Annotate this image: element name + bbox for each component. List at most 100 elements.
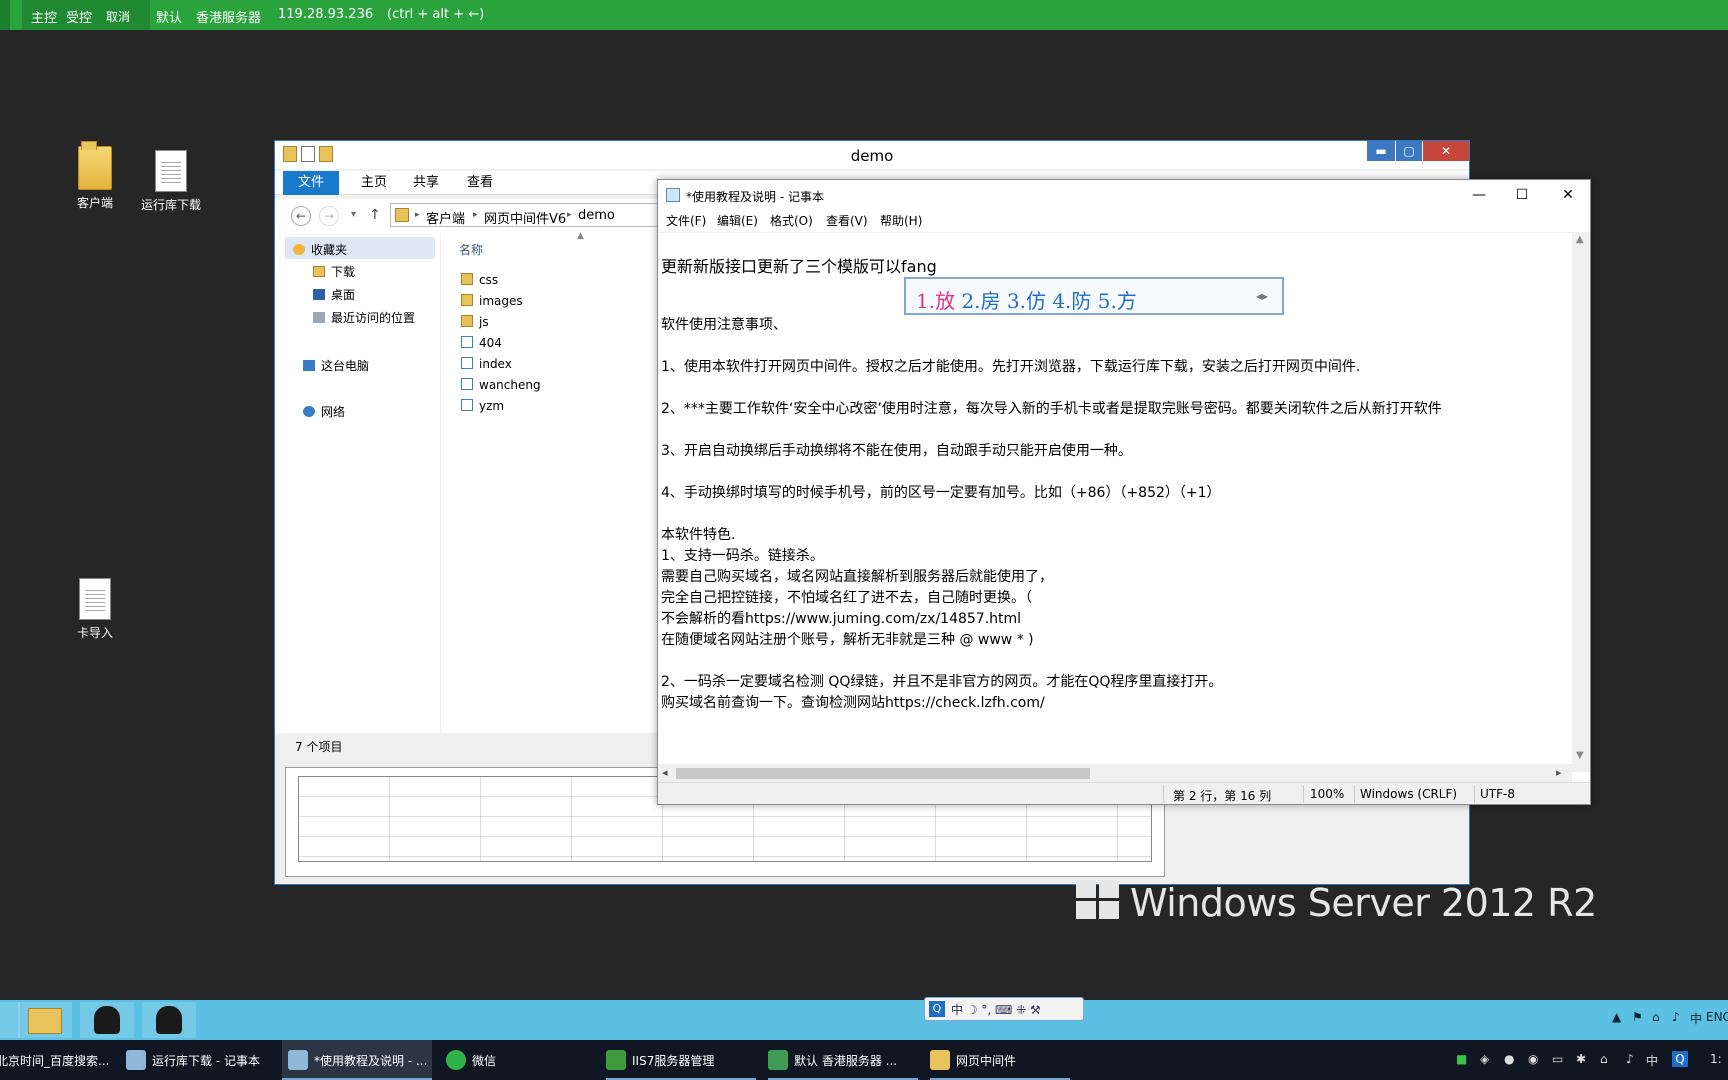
taskbar-task-notepad-runtime[interactable]: 运行库下载 - 记事本 (126, 1040, 276, 1080)
text-line: 不会解析的看https://www.juming.com/zx/14857.ht… (661, 611, 1022, 627)
tray-ime-indicator[interactable]: 中 (1646, 1052, 1658, 1069)
taskbar-task-web-middleware[interactable]: 网页中间件 (930, 1040, 1070, 1080)
desktop-icon-client-folder[interactable]: 客户端 (55, 141, 135, 211)
inner-language-indicator[interactable]: ENG (1706, 1010, 1728, 1024)
taskbar-explorer-button[interactable] (18, 1002, 72, 1038)
volume-icon[interactable]: ♪ (1672, 1010, 1680, 1024)
vertical-scrollbar[interactable]: ▲ ▼ (1572, 232, 1590, 772)
text-line: 在随便域名网站注册个账号，解析无非就是三种 @ www * ) (661, 632, 1034, 648)
nav-item-recent-places[interactable]: 最近访问的位置 (313, 309, 415, 326)
tray-nvidia-icon[interactable]: ◈ (1480, 1052, 1489, 1066)
menu-edit[interactable]: 编辑(E) (717, 212, 758, 229)
taskbar-app-button[interactable] (80, 1002, 134, 1038)
encoding: UTF-8 (1480, 787, 1515, 801)
taskbar-task-notepad-tutorial[interactable]: *使用教程及说明 - ... (282, 1040, 432, 1080)
tray-app-icon[interactable]: ◉ (1528, 1052, 1538, 1066)
language-bar[interactable]: Q 中 ☽ °, ⌨ ⁜ ⚒ (924, 997, 1084, 1021)
scroll-up-arrow-icon[interactable]: ▲ (1576, 234, 1584, 245)
ime-candidate-first[interactable]: 1.放 (916, 289, 955, 313)
tray-wechat-icon[interactable]: ● (1504, 1052, 1514, 1066)
tray-up-arrow-icon[interactable]: ▲ (1612, 1010, 1621, 1024)
tray-volume-icon[interactable]: ♪ (1626, 1052, 1634, 1066)
language-bar-tools[interactable]: 中 ☽ °, ⌨ ⁜ ⚒ (951, 1001, 1041, 1018)
windows-logo-icon (1076, 880, 1120, 920)
explorer-close-button[interactable]: ✕ (1423, 141, 1469, 161)
taskbar-task-remote-server[interactable]: 默认 香港服务器 ... (768, 1040, 918, 1080)
remote-desktop-icon (768, 1050, 788, 1070)
horizontal-scrollbar[interactable]: ◂ ▸ (658, 764, 1572, 782)
taskbar-app-button[interactable] (142, 1002, 196, 1038)
nav-item-desktop[interactable]: 桌面 (313, 286, 355, 303)
ime-page-arrows-icon[interactable]: ◂▸ (1256, 289, 1268, 303)
desktop-icon-runtime-download[interactable]: 运行库下载 (131, 150, 211, 213)
text-line: 2、一码杀一定要域名检测 QQ绿链，并且不是非官方的网页。才能在QQ程序里直接打… (661, 674, 1223, 690)
ime-candidate-rest[interactable]: 2.房 3.仿 4.防 5.方 (961, 289, 1136, 313)
tray-clock[interactable]: 1: (1710, 1052, 1722, 1066)
back-button[interactable]: ← (291, 206, 311, 226)
file-item-folder[interactable]: js (461, 315, 489, 329)
nav-item-network[interactable]: 网络 (303, 403, 345, 420)
scroll-down-arrow-icon[interactable]: ▼ (1576, 750, 1584, 761)
file-item-folder[interactable]: images (461, 294, 523, 308)
notepad-close-button[interactable]: ✕ (1553, 184, 1583, 206)
hacker-avatar-icon (94, 1006, 120, 1034)
breadcrumb-item[interactable]: 客户端 (426, 208, 465, 227)
scroll-right-arrow-icon[interactable]: ▸ (1556, 766, 1562, 779)
file-item-html[interactable]: yzm (461, 399, 504, 413)
tab-home[interactable]: 主页 (351, 171, 397, 195)
taskbar-task-wechat[interactable]: 微信 (446, 1040, 586, 1080)
breadcrumb-item[interactable]: 网页中间件V6 (484, 208, 566, 227)
notepad-minimize-button[interactable]: — (1464, 184, 1494, 206)
explorer-maximize-button[interactable]: ▢ (1396, 141, 1422, 161)
menu-format[interactable]: 格式(O) (770, 212, 813, 229)
inner-ime-indicator[interactable]: 中 (1690, 1010, 1702, 1027)
tray-app-icon[interactable]: ■ (1456, 1052, 1467, 1066)
up-button[interactable]: ↑ (369, 207, 381, 223)
nav-item-favorites[interactable]: 收藏夹 (285, 237, 435, 259)
notepad-maximize-button[interactable]: ☐ (1507, 184, 1537, 206)
notepad-window: *使用教程及说明 - 记事本 — ☐ ✕ 文件(F) 编辑(E) 格式(O) 查… (657, 179, 1591, 805)
file-item-html[interactable]: wancheng (461, 378, 541, 392)
nav-item-this-pc[interactable]: 这台电脑 (303, 357, 369, 374)
menu-file[interactable]: 文件(F) (666, 212, 706, 229)
recent-locations-dropdown[interactable]: ▾ (351, 209, 356, 220)
desktop-icon-card-import[interactable]: 卡导入 (55, 578, 135, 641)
column-header-name[interactable]: 名称 ▲ (441, 231, 661, 259)
taskbar-task-iis7[interactable]: IIS7服务器管理 (606, 1040, 756, 1080)
file-list: 名称 ▲ css images js 404 index wancheng yz… (441, 231, 661, 733)
tray-network-icon[interactable]: ⌂ (1600, 1052, 1608, 1066)
desktop-icon (313, 289, 325, 300)
horizontal-scroll-thumb[interactable] (676, 768, 1090, 779)
file-item-html[interactable]: index (461, 357, 512, 371)
html-file-icon (461, 399, 473, 411)
network-tray-icon[interactable]: ⌂ (1652, 1010, 1660, 1024)
tab-view[interactable]: 查看 (457, 171, 503, 195)
tray-bluetooth-icon[interactable]: ✱ (1576, 1052, 1586, 1066)
explorer-minimize-button[interactable]: ▬ (1367, 141, 1395, 161)
ime-candidate-window: 1.放 2.房 3.仿 4.防 5.方 ◂▸ (904, 277, 1284, 315)
menu-help[interactable]: 帮助(H) (880, 212, 922, 229)
taskbar-task-browser[interactable]: 北京时间_百度搜索... (0, 1040, 109, 1080)
text-line: 2、***主要工作软件‘安全中心改密’使用时注意，每次导入新的手机卡或者是提取完… (661, 401, 1442, 417)
breadcrumb-item[interactable]: demo (578, 208, 615, 223)
explorer-titlebar[interactable]: demo ▬ ▢ ✕ (275, 141, 1469, 169)
master-control-button[interactable]: 主控 (31, 7, 57, 26)
notepad-titlebar[interactable]: *使用教程及说明 - 记事本 — ☐ ✕ (658, 180, 1590, 210)
nav-item-downloads[interactable]: 下载 (313, 263, 355, 280)
ime-candidates[interactable]: 1.放 2.房 3.仿 4.防 5.方 (916, 285, 1137, 314)
tray-sogou-icon[interactable]: Q (1672, 1051, 1688, 1067)
start-button[interactable] (0, 1002, 20, 1038)
cancel-button[interactable]: 取消 (106, 8, 130, 25)
forward-button[interactable]: → (319, 206, 339, 226)
folder-icon (78, 141, 112, 190)
file-item-folder[interactable]: css (461, 273, 498, 287)
file-item-html[interactable]: 404 (461, 336, 502, 350)
flag-icon[interactable]: ⚑ (1632, 1010, 1643, 1024)
controlled-button[interactable]: 受控 (66, 7, 92, 26)
menu-view[interactable]: 查看(V) (826, 212, 868, 229)
tab-share[interactable]: 共享 (403, 171, 449, 195)
tray-display-icon[interactable]: ▭ (1552, 1052, 1563, 1066)
scroll-left-arrow-icon[interactable]: ◂ (662, 766, 668, 779)
remote-bar-handle[interactable] (0, 0, 10, 30)
tab-file[interactable]: 文件 (283, 171, 339, 195)
